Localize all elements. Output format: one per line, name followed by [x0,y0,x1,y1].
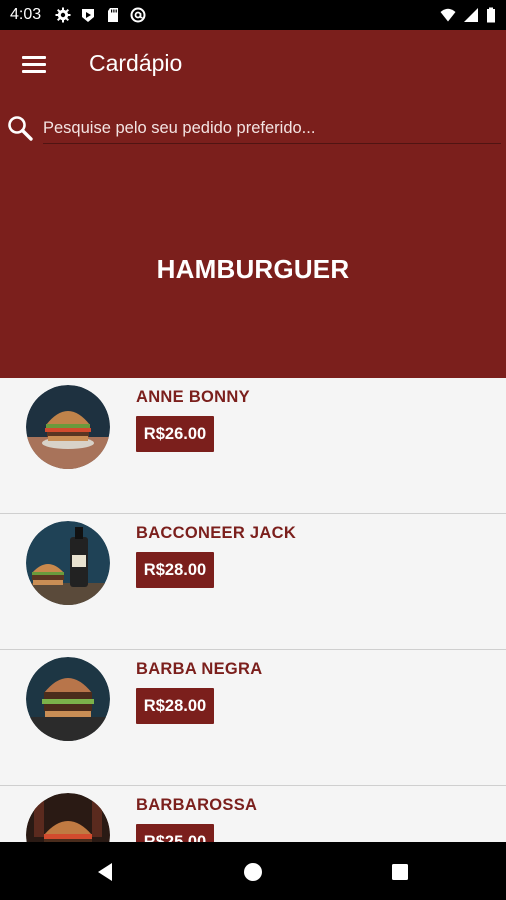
signal-icon [464,8,478,22]
navigation-bar [0,842,506,900]
battery-icon [487,7,495,23]
item-name: BARBA NEGRA [136,660,263,678]
sd-card-icon [108,8,119,22]
menu-item-anne-bonny[interactable]: ANNE BONNY R$26.00 [0,378,506,514]
price-badge: R$26.00 [136,416,214,452]
category-title: HAMBURGUER [156,254,350,284]
hamburger-menu-icon[interactable] [18,50,52,80]
home-icon[interactable] [239,858,267,886]
status-time: 4:03 [10,6,42,23]
status-notification-icons [55,7,146,23]
play-shield-icon [82,9,95,22]
menu-item-barba-negra[interactable]: BARBA NEGRA R$28.00 [0,650,506,786]
burger-image [26,521,110,605]
price-badge: R$25.00 [136,824,214,842]
price-badge: R$28.00 [136,688,214,724]
menu-list: ANNE BONNY R$26.00 BACCONEER JACK R$28.0… [0,378,506,842]
status-system-icons [440,0,496,30]
search-input[interactable] [43,113,501,144]
menu-item-barbarossa[interactable]: BARBAROSSA R$25.00 [0,786,506,842]
at-sign-icon [130,7,146,23]
app-header: Cardápio HAMBURGUER [0,30,506,378]
burger-image [26,793,110,842]
search-icon[interactable] [6,114,34,142]
burger-image [26,657,110,741]
gear-icon [55,7,71,23]
recents-icon[interactable] [386,858,414,886]
item-name: BACCONEER JACK [136,524,297,542]
price-badge: R$28.00 [136,552,214,588]
status-bar: 4:03 [0,0,506,30]
menu-item-bacconeer-jack[interactable]: BACCONEER JACK R$28.00 [0,514,506,650]
item-name: ANNE BONNY [136,388,250,406]
burger-image [26,385,110,469]
item-name: BARBAROSSA [136,796,258,814]
wifi-icon [440,8,456,22]
page-title: Cardápio [89,50,183,76]
back-icon[interactable] [92,858,120,886]
